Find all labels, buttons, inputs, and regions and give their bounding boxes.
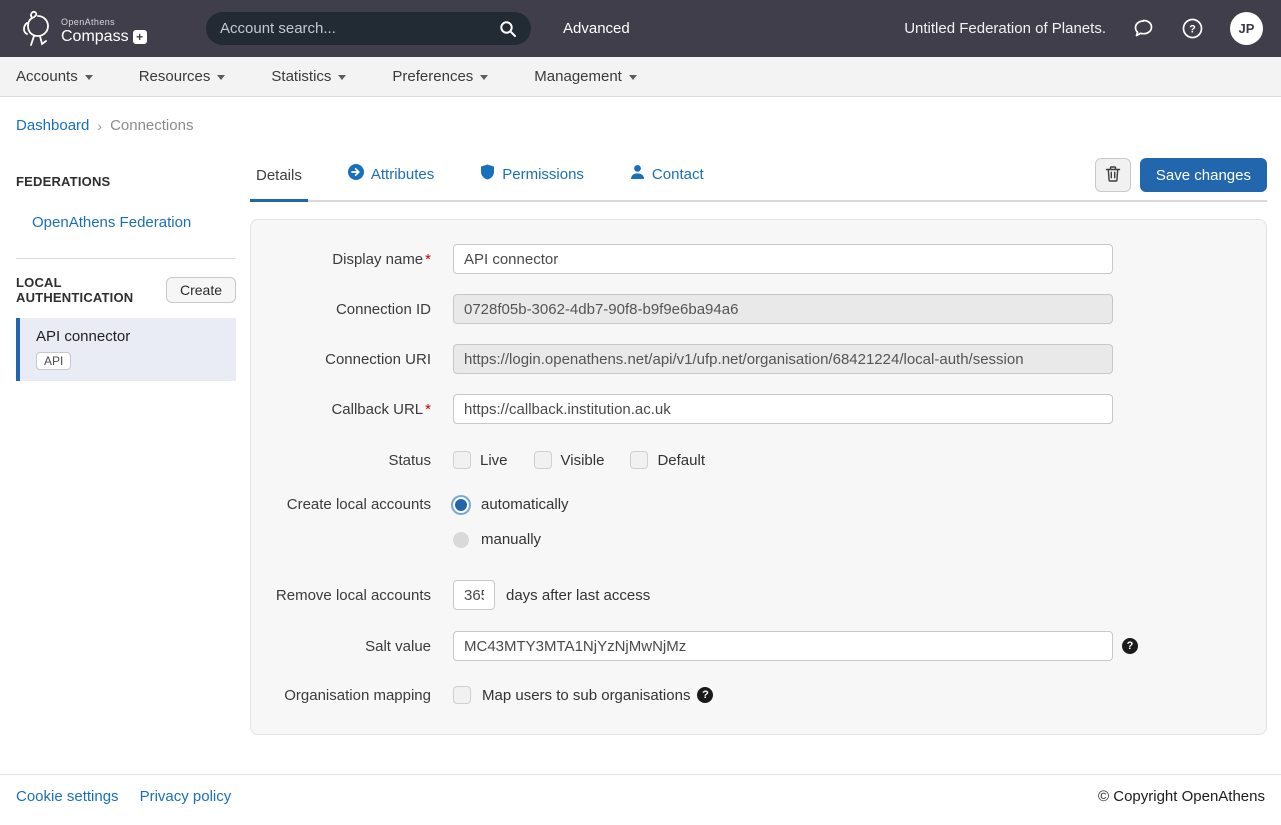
tab-contact[interactable]: Contact xyxy=(624,150,710,202)
breadcrumb-dashboard-link[interactable]: Dashboard xyxy=(16,117,89,134)
manually-label: manually xyxy=(481,531,541,548)
plus-icon xyxy=(133,30,147,44)
status-default-checkbox[interactable] xyxy=(630,451,648,469)
connection-id-label: Connection ID xyxy=(251,301,431,318)
nav-management[interactable]: Management xyxy=(534,68,637,85)
chat-bubble-icon[interactable] xyxy=(1132,17,1155,40)
status-default-label: Default xyxy=(657,452,705,469)
callback-url-input[interactable] xyxy=(453,394,1113,424)
cookie-settings-link[interactable]: Cookie settings xyxy=(16,788,119,805)
chevron-down-icon xyxy=(217,75,225,80)
openathens-compass-logo[interactable]: OpenAthens Compass xyxy=(18,8,196,50)
status-visible-label: Visible xyxy=(561,452,605,469)
nav-accounts[interactable]: Accounts xyxy=(16,68,93,85)
arrow-circle-right-icon xyxy=(348,164,364,184)
tab-attributes[interactable]: Attributes xyxy=(342,150,440,202)
create-local-accounts-label: Create local accounts xyxy=(251,496,431,513)
app-header: OpenAthens Compass Advanced Untitled Fed… xyxy=(0,0,1281,57)
organisation-mapping-checkbox[interactable] xyxy=(453,686,471,704)
organisation-mapping-option-label: Map users to sub organisations xyxy=(482,687,690,704)
save-changes-button[interactable]: Save changes xyxy=(1140,158,1267,192)
required-marker: * xyxy=(425,401,431,418)
api-badge: API xyxy=(36,352,71,370)
display-name-input[interactable] xyxy=(453,244,1113,274)
callback-url-row: Callback URL* xyxy=(251,394,1266,424)
remove-local-accounts-label: Remove local accounts xyxy=(251,587,431,604)
nav-resources[interactable]: Resources xyxy=(139,68,226,85)
advanced-search-link[interactable]: Advanced xyxy=(563,20,630,37)
person-icon xyxy=(630,164,645,184)
create-connection-button[interactable]: Create xyxy=(166,277,236,303)
nav-statistics[interactable]: Statistics xyxy=(271,68,346,85)
tab-permissions[interactable]: Permissions xyxy=(474,150,590,202)
chevron-down-icon xyxy=(338,75,346,80)
breadcrumb: Dashboard › Connections xyxy=(0,97,1281,138)
connection-uri-row: Connection URI xyxy=(251,344,1266,374)
status-label: Status xyxy=(251,452,431,469)
chevron-down-icon xyxy=(85,75,93,80)
sidebar-item-api-connector[interactable]: API connector API xyxy=(16,318,236,381)
brand-text: OpenAthens Compass xyxy=(61,13,147,45)
connection-id-input xyxy=(453,294,1113,324)
connection-uri-label: Connection URI xyxy=(251,351,431,368)
required-marker: * xyxy=(425,251,431,268)
status-visible-checkbox[interactable] xyxy=(534,451,552,469)
breadcrumb-separator: › xyxy=(97,118,102,134)
account-search-bar[interactable] xyxy=(206,12,531,45)
copyright-text: © Copyright OpenAthens xyxy=(1098,788,1265,805)
status-live-checkbox[interactable] xyxy=(453,451,471,469)
brand-compass: Compass xyxy=(61,29,129,45)
connection-form-panel: Display name* Connection ID Connection U… xyxy=(250,219,1267,735)
sidebar-item-openathens-federation[interactable]: OpenAthens Federation xyxy=(32,214,236,231)
salt-value-row: Salt value xyxy=(251,631,1266,661)
privacy-policy-link[interactable]: Privacy policy xyxy=(140,788,232,805)
main-nav: Accounts Resources Statistics Preference… xyxy=(0,57,1281,97)
tab-bar: Details Attributes Permissions Contact xyxy=(250,150,1267,202)
remove-days-input[interactable] xyxy=(453,580,495,610)
search-icon[interactable] xyxy=(499,20,517,38)
question-circle-icon[interactable] xyxy=(697,687,713,703)
account-search-input[interactable] xyxy=(220,20,499,37)
tab-details[interactable]: Details xyxy=(250,153,308,202)
breadcrumb-current: Connections xyxy=(110,117,193,134)
status-row: Status Live Visible Default xyxy=(251,451,1266,469)
callback-url-label: Callback URL* xyxy=(251,401,431,418)
svg-text:?: ? xyxy=(1189,24,1196,36)
connections-sidebar: FEDERATIONS OpenAthens Federation LOCAL … xyxy=(16,138,236,381)
organisation-mapping-label: Organisation mapping xyxy=(251,687,431,704)
help-icon[interactable]: ? xyxy=(1181,17,1204,40)
federations-heading: FEDERATIONS xyxy=(16,174,236,189)
nav-preferences[interactable]: Preferences xyxy=(392,68,488,85)
create-local-accounts-row: Create local accounts automatically manu… xyxy=(251,496,1266,548)
sidebar-divider xyxy=(16,258,236,259)
trash-icon xyxy=(1104,165,1122,186)
connection-name: API connector xyxy=(36,328,224,345)
chevron-down-icon xyxy=(629,75,637,80)
status-live-label: Live xyxy=(480,452,508,469)
organisation-mapping-row: Organisation mapping Map users to sub or… xyxy=(251,686,1266,704)
chevron-down-icon xyxy=(480,75,488,80)
automatically-radio[interactable] xyxy=(453,497,469,513)
connection-uri-input xyxy=(453,344,1113,374)
automatically-label: automatically xyxy=(481,496,569,513)
federation-name: Untitled Federation of Planets. xyxy=(904,20,1106,37)
delete-connection-button[interactable] xyxy=(1095,158,1131,192)
display-name-row: Display name* xyxy=(251,244,1266,274)
remove-days-suffix: days after last access xyxy=(506,587,650,604)
remove-local-accounts-row: Remove local accounts days after last ac… xyxy=(251,580,1266,610)
local-authentication-heading: LOCAL AUTHENTICATION xyxy=(16,275,166,305)
user-avatar[interactable]: JP xyxy=(1230,12,1263,45)
question-circle-icon[interactable] xyxy=(1122,638,1138,654)
display-name-label: Display name* xyxy=(251,251,431,268)
manually-radio[interactable] xyxy=(453,532,469,548)
brand-openathens: OpenAthens xyxy=(61,17,115,27)
salt-value-input[interactable] xyxy=(453,631,1113,661)
owl-logo-icon xyxy=(18,8,54,50)
page-footer: Cookie settings Privacy policy © Copyrig… xyxy=(0,774,1281,825)
salt-value-label: Salt value xyxy=(251,638,431,655)
connection-detail-main: Details Attributes Permissions Contact xyxy=(250,138,1267,735)
connection-id-row: Connection ID xyxy=(251,294,1266,324)
shield-icon xyxy=(480,164,495,184)
